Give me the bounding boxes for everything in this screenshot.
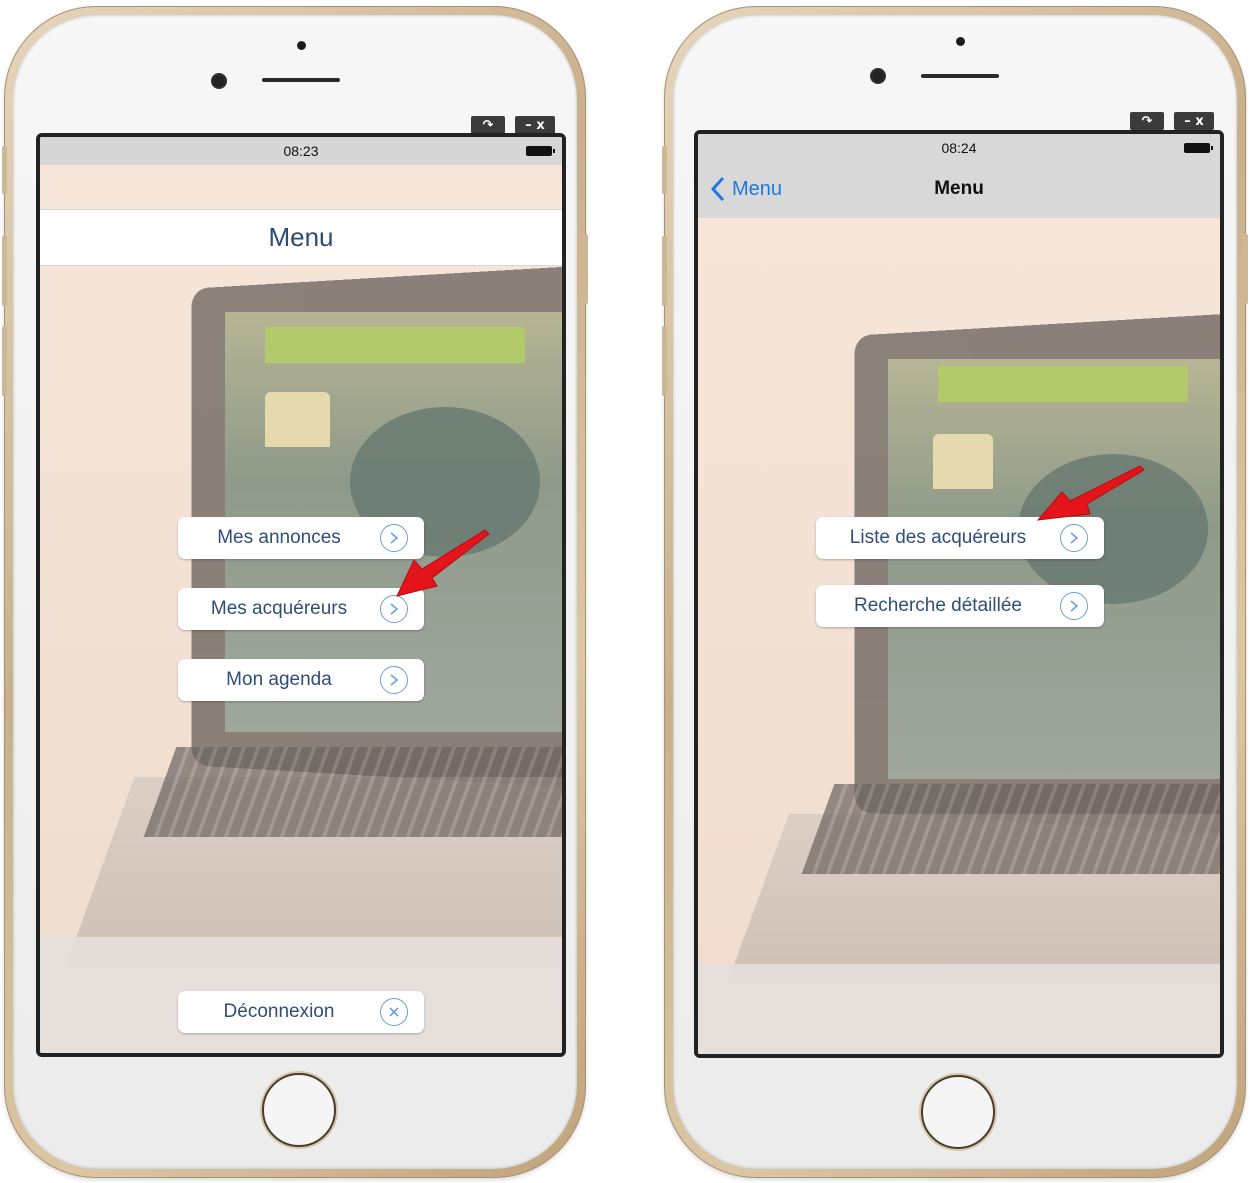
- button-label: Déconnexion: [223, 1001, 335, 1022]
- battery-icon: [1184, 143, 1213, 153]
- deconnexion-button[interactable]: Déconnexion: [178, 991, 424, 1033]
- minimize-icon[interactable]: –: [1184, 115, 1191, 128]
- lamp-shape: [265, 392, 330, 447]
- close-circle-icon: [380, 998, 408, 1026]
- chevron-circle-icon: [380, 666, 408, 694]
- volume-button: [2, 326, 7, 396]
- mon-agenda-button[interactable]: Mon agenda: [178, 659, 424, 701]
- lamp-shape: [933, 434, 993, 489]
- volume-button: [662, 326, 667, 396]
- button-label: Recherche détaillée: [854, 595, 1022, 616]
- volume-button: [662, 236, 667, 306]
- screen-left: 08:23 Menu Mes annonces Mes acquéreurs M…: [36, 133, 566, 1057]
- minimize-icon[interactable]: –: [525, 119, 532, 132]
- button-label: Mes annonces: [217, 527, 341, 548]
- liste-des-acquereurs-button[interactable]: Liste des acquéreurs: [816, 517, 1104, 559]
- front-camera-icon: [870, 68, 886, 84]
- navigation-bar: 08:24 Menu Menu: [698, 134, 1220, 218]
- mes-acquereurs-button[interactable]: Mes acquéreurs: [178, 588, 424, 630]
- status-bar: 08:23: [40, 137, 562, 165]
- power-button: [583, 234, 588, 304]
- status-time: 08:23: [283, 143, 319, 159]
- restore-button[interactable]: ↷: [471, 116, 505, 134]
- close-icon[interactable]: x: [536, 119, 544, 132]
- proximity-sensor: [956, 37, 965, 46]
- close-icon[interactable]: x: [1195, 115, 1203, 128]
- button-label: Mon agenda: [226, 669, 332, 690]
- button-label: Mes acquéreurs: [210, 598, 348, 619]
- window-controls-right: ↷ – x: [1130, 112, 1214, 130]
- minimize-close-button[interactable]: – x: [1174, 112, 1214, 130]
- speaker-grille: [262, 78, 340, 82]
- laptop-screen-banner: [265, 327, 525, 363]
- status-bar: 08:24: [698, 134, 1220, 162]
- chevron-circle-icon: [1060, 592, 1088, 620]
- speaker-grille: [921, 74, 999, 78]
- minimize-close-button[interactable]: – x: [515, 116, 555, 134]
- page-title: Menu: [40, 209, 562, 266]
- volume-button: [662, 146, 667, 194]
- laptop-screen-banner: [938, 366, 1188, 402]
- proximity-sensor: [297, 41, 306, 50]
- restore-button[interactable]: ↷: [1130, 112, 1164, 130]
- front-camera-icon: [211, 73, 227, 89]
- laptop-keyboard: [143, 747, 562, 837]
- volume-button: [2, 236, 7, 306]
- battery-icon: [526, 146, 555, 156]
- volume-button: [2, 146, 7, 194]
- recherche-detaillee-button[interactable]: Recherche détaillée: [816, 585, 1104, 627]
- home-button[interactable]: [262, 1073, 336, 1147]
- chevron-circle-icon: [380, 595, 408, 623]
- nav-title: Menu: [934, 178, 984, 199]
- chevron-circle-icon: [380, 524, 408, 552]
- button-label: Liste des acquéreurs: [849, 527, 1027, 548]
- power-button: [1243, 234, 1248, 304]
- mes-annonces-button[interactable]: Mes annonces: [178, 517, 424, 559]
- home-button[interactable]: [921, 1075, 995, 1149]
- screen-right: 08:24 Menu Menu Liste des acquéreurs Rec…: [694, 130, 1224, 1058]
- window-controls-left: ↷ – x: [471, 116, 555, 134]
- status-time: 08:24: [941, 140, 977, 156]
- laptop-keyboard: [801, 784, 1220, 874]
- chevron-circle-icon: [1060, 524, 1088, 552]
- table-surface: [698, 964, 1220, 1054]
